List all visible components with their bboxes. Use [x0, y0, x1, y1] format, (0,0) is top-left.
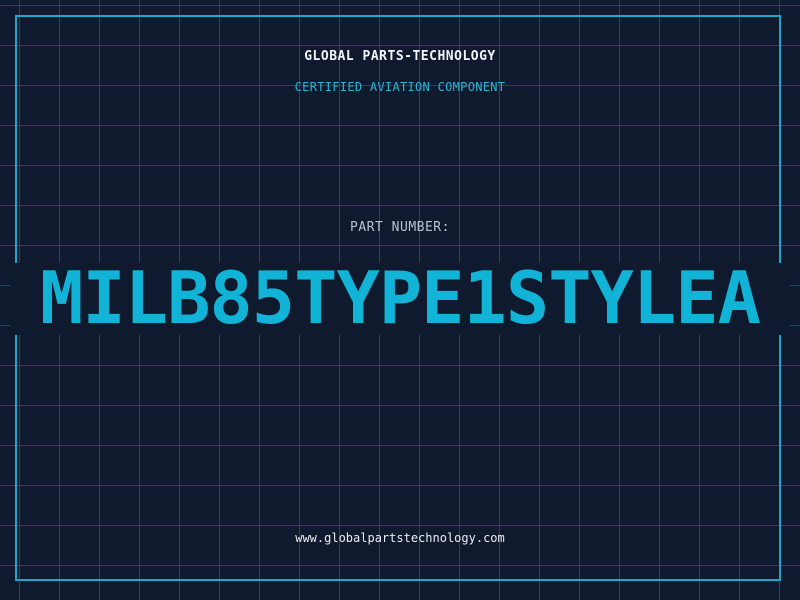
website-url: www.globalpartstechnology.com: [295, 531, 505, 545]
label-card: GLOBAL PARTS-TECHNOLOGY CERTIFIED AVIATI…: [0, 0, 800, 600]
part-number-label: PART NUMBER:: [350, 220, 450, 235]
certification-subtitle: CERTIFIED AVIATION COMPONENT: [294, 80, 506, 94]
part-number-value: MILB85TYPE1STYLEA: [40, 256, 761, 340]
company-name: GLOBAL PARTS-TECHNOLOGY: [304, 49, 496, 64]
